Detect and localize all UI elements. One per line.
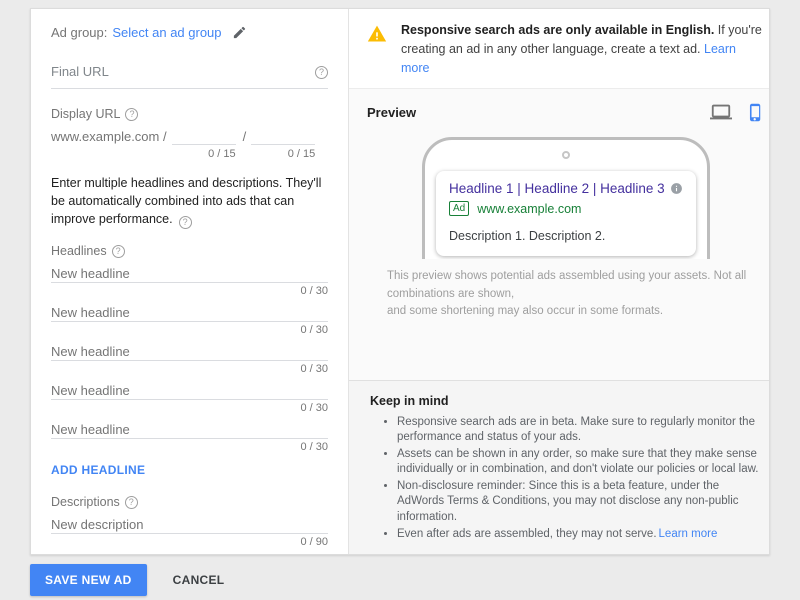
preview-caption-line1: This preview shows potential ads assembl… — [387, 270, 747, 300]
list-item: Even after ads are assembled, they may n… — [397, 527, 763, 542]
display-url-block: Display URL ? www.example.com / 0 / 15 /… — [51, 107, 328, 160]
final-url-input[interactable] — [51, 64, 315, 79]
phone-preview-frame: Headline 1 | Headline 2 | Headline 3 Ad … — [365, 137, 767, 260]
bullet-text: Non-disclosure reminder: Since this is a… — [397, 480, 739, 523]
headline-field-5: 0 / 30 — [51, 421, 328, 453]
warning-bold-text: Responsive search ads are only available… — [401, 23, 715, 37]
ad-form-pane: Ad group: Select an ad group ? Display U… — [31, 9, 348, 554]
display-path-2: 0 / 15 — [251, 128, 316, 160]
intro-paragraph: Enter multiple headlines and description… — [51, 174, 328, 230]
keep-in-mind-section: Keep in mind Responsive search ads are i… — [349, 379, 769, 554]
help-icon[interactable]: ? — [315, 66, 328, 79]
ad-editor-card: Ad group: Select an ad group ? Display U… — [30, 8, 770, 555]
warning-icon — [367, 24, 387, 44]
headline-field-4: 0 / 30 — [51, 382, 328, 414]
keep-in-mind-title: Keep in mind — [370, 393, 449, 408]
headline-2-counter: 0 / 30 — [300, 324, 328, 337]
headline-field-1: 0 / 30 — [51, 265, 328, 297]
headline-1-input[interactable] — [51, 265, 328, 284]
select-ad-group-link[interactable]: Select an ad group — [112, 25, 221, 40]
keep-in-mind-learn-more-link[interactable]: Learn more — [659, 528, 718, 540]
help-icon[interactable]: ? — [125, 107, 139, 121]
add-headline-button[interactable]: ADD HEADLINE — [51, 463, 145, 477]
info-icon[interactable] — [670, 182, 683, 195]
path-1-counter: 0 / 15 — [208, 148, 236, 160]
preview-caption: This preview shows potential ads assembl… — [387, 268, 767, 320]
help-icon[interactable]: ? — [111, 244, 125, 258]
headline-4-counter: 0 / 30 — [300, 402, 328, 415]
headline-5-counter: 0 / 30 — [300, 441, 328, 454]
headline-field-2: 0 / 30 — [51, 304, 328, 336]
mobile-preview-icon[interactable] — [746, 103, 765, 122]
ad-preview-headline: Headline 1 | Headline 2 | Headline 3 — [449, 181, 665, 197]
list-item: Non-disclosure reminder: Since this is a… — [397, 479, 763, 525]
language-warning-banner: Responsive search ads are only available… — [349, 9, 769, 90]
ad-preview-card: Headline 1 | Headline 2 | Headline 3 Ad … — [436, 171, 696, 257]
headline-3-counter: 0 / 30 — [300, 363, 328, 376]
headline-1-counter: 0 / 30 — [300, 285, 328, 298]
phone-mockup: Headline 1 | Headline 2 | Headline 3 Ad … — [422, 137, 710, 260]
edit-pencil-icon[interactable] — [232, 25, 247, 40]
cancel-button[interactable]: CANCEL — [173, 573, 225, 587]
preview-section: Preview Headline 1 | Headline 2 | Headli… — [349, 89, 769, 379]
headline-2-input[interactable] — [51, 304, 328, 323]
path-2-counter: 0 / 15 — [287, 148, 316, 160]
ad-preview-description: Description 1. Description 2. — [449, 229, 606, 244]
headline-5-input[interactable] — [51, 421, 328, 440]
headline-4-input[interactable] — [51, 382, 328, 401]
headline-3-input[interactable] — [51, 343, 328, 362]
ad-group-label: Ad group: — [51, 25, 108, 40]
footer-actions: SAVE NEW AD CANCEL — [30, 564, 224, 596]
save-new-ad-button[interactable]: SAVE NEW AD — [30, 564, 147, 596]
display-url-separator: / — [242, 129, 247, 144]
warning-text: Responsive search ads are only available… — [401, 21, 767, 77]
responsive-search-ad-editor: Ad group: Select an ad group ? Display U… — [0, 0, 800, 600]
keep-in-mind-list: Responsive search ads are in beta. Make … — [370, 415, 763, 542]
descriptions-label: Descriptions — [51, 495, 120, 510]
bullet-text: Assets can be shown in any order, so mak… — [397, 447, 759, 476]
preview-title: Preview — [367, 104, 417, 120]
final-url-field: ? — [51, 64, 328, 89]
list-item: Assets can be shown in any order, so mak… — [397, 447, 763, 477]
bullet-text: Even after ads are assembled, they may n… — [397, 527, 657, 540]
headline-field-3: 0 / 30 — [51, 343, 328, 375]
display-path-1-input[interactable] — [171, 128, 236, 145]
help-icon[interactable]: ? — [124, 495, 138, 509]
headlines-label: Headlines — [51, 244, 107, 259]
preview-caption-line2: and some shortening may also occur in so… — [387, 304, 664, 317]
help-icon[interactable]: ? — [178, 216, 192, 230]
display-url-label: Display URL — [51, 107, 121, 121]
ad-preview-url: www.example.com — [477, 201, 582, 216]
phone-camera-dot — [562, 151, 570, 160]
display-path-2-input[interactable] — [251, 128, 316, 145]
description-1-input[interactable] — [51, 516, 328, 535]
bullet-text: Responsive search ads are in beta. Make … — [397, 415, 755, 443]
desktop-preview-icon[interactable] — [710, 101, 732, 123]
context-pane: Responsive search ads are only available… — [348, 9, 769, 554]
ad-group-row: Ad group: Select an ad group — [51, 25, 328, 40]
ad-badge: Ad — [449, 201, 470, 217]
display-path-1: 0 / 15 — [171, 128, 236, 160]
description-1-counter: 0 / 90 — [300, 536, 328, 549]
list-item: Responsive search ads are in beta. Make … — [397, 415, 763, 445]
display-url-base: www.example.com / — [51, 129, 167, 144]
description-field-1: 0 / 90 — [51, 516, 328, 548]
